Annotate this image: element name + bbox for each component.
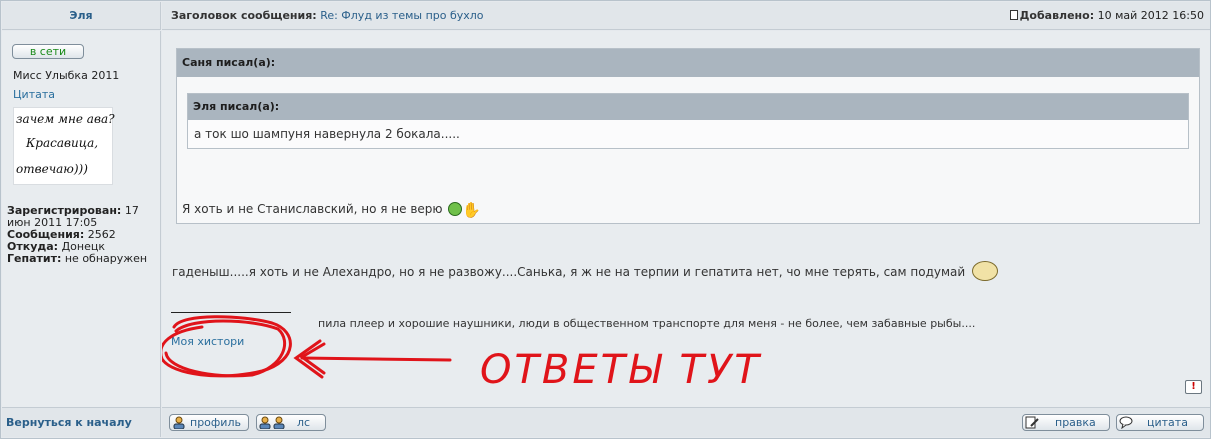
pm-button[interactable]: лс — [256, 414, 326, 431]
inner-quote: Эля писал(а): а ток шо шампуня навернула… — [187, 93, 1189, 149]
red-arrow-head — [299, 342, 326, 375]
speech-bubble-icon — [1119, 416, 1133, 429]
quote-button[interactable]: цитата — [1116, 414, 1204, 431]
user-profile-details: Зарегистрирован: 17 июн 2011 17:05 Сообщ… — [7, 205, 159, 265]
post-body: Саня писал(а): Эля писал(а): а ток шо ша… — [162, 31, 1210, 407]
post-text: гаденыш.....я хоть и не Алехандро, но я … — [172, 265, 966, 279]
smiley-icon — [448, 202, 463, 216]
post-text-row: гаденыш.....я хоть и не Алехандро, но я … — [172, 261, 998, 281]
post-container: Эля Заголовок сообщения: Re: Флуд из тем… — [0, 0, 1211, 439]
online-status-button[interactable]: в сети — [12, 44, 84, 59]
hepatitis-label: Гепатит: — [7, 252, 62, 265]
signature-text: пила плеер и хорошие наушники, люди в об… — [318, 317, 976, 330]
red-circle-scribble — [164, 319, 287, 378]
back-to-top-link[interactable]: Вернуться к началу — [2, 407, 161, 437]
avatar: зачем мне ава? Красавица, отвечаю))) — [13, 107, 115, 185]
profile-button[interactable]: профиль — [169, 414, 249, 431]
signature-link[interactable]: Моя хистори — [171, 335, 244, 348]
post-header: Заголовок сообщения: Re: Флуд из темы пр… — [162, 2, 1210, 30]
profile-icon — [173, 416, 185, 429]
outer-quote-text-row: Я хоть и не Станиславский, но я не верю … — [182, 201, 481, 219]
pm-button-label: лс — [297, 416, 311, 429]
outer-quote-author: Саня писал(а): — [177, 49, 1199, 77]
quote-button-label: цитата — [1147, 416, 1188, 429]
outer-quote-text: Я хоть и не Станиславский, но я не верю — [182, 202, 443, 216]
red-arrow-head — [293, 339, 324, 379]
avatar-text-line: отвечаю))) — [16, 162, 88, 176]
signature-divider — [171, 312, 291, 313]
document-icon[interactable] — [1009, 10, 1018, 20]
report-button[interactable]: ! — [1185, 380, 1202, 394]
avatar-text-line: Красавица, — [26, 136, 99, 150]
trollface-icon — [972, 261, 998, 281]
users-icon — [259, 416, 285, 429]
profile-button-label: профиль — [190, 416, 241, 429]
post-actions: профиль лс правка цитата — [162, 407, 1210, 437]
subject-label: Заголовок сообщения: — [171, 9, 317, 22]
added-date: 10 май 2012 16:50 — [1097, 9, 1204, 22]
edit-button[interactable]: правка — [1022, 414, 1110, 431]
post-author-name[interactable]: Эля — [2, 2, 161, 30]
post-subject: Re: Флуд из темы про бухло — [320, 9, 484, 22]
avatar-text-line: зачем мне ава? — [16, 112, 115, 126]
inner-quote-author: Эля писал(а): — [188, 94, 1188, 120]
quote-link[interactable]: Цитата — [13, 88, 55, 101]
inner-quote-text: а ток шо шампуня навернула 2 бокала..... — [194, 127, 460, 141]
user-info-panel: в сети Мисс Улыбка 2011 Цитата зачем мне… — [2, 31, 161, 407]
user-rank: Мисс Улыбка 2011 — [13, 69, 120, 82]
hand-icon: ✋ — [462, 201, 482, 219]
red-arrow-line — [300, 356, 452, 362]
pencil-icon — [1025, 416, 1039, 429]
red-annotation-text: ОТВЕТЫ ТУТ — [480, 347, 762, 393]
post-date: Добавлено: 10 май 2012 16:50 — [1009, 2, 1204, 30]
hepatitis-value: не обнаружен — [64, 252, 148, 265]
added-label: Добавлено: — [1019, 9, 1095, 22]
outer-quote: Саня писал(а): Эля писал(а): а ток шо ша… — [176, 48, 1200, 224]
edit-button-label: правка — [1055, 416, 1096, 429]
